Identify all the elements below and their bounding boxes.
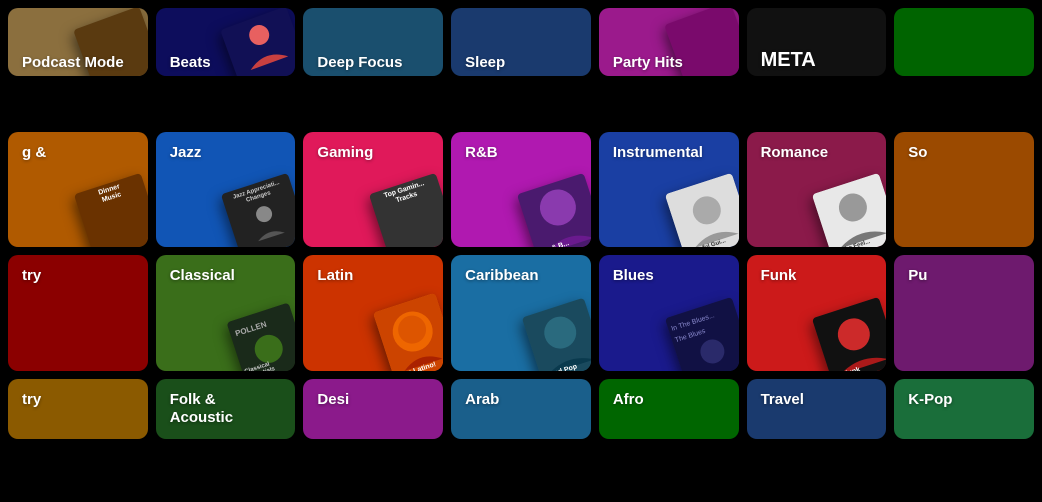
card-travel[interactable]: Travel xyxy=(747,379,887,439)
card-label: Desi xyxy=(317,391,349,409)
card-jazz[interactable]: Jazz Jazz Appreciati...Changes xyxy=(156,132,296,248)
card-label: Gaming xyxy=(317,144,373,162)
card-desi[interactable]: Desi xyxy=(303,379,443,439)
card-caribbean[interactable]: Caribbean Island Pop xyxy=(451,255,591,371)
card-label: Jazz xyxy=(170,144,202,162)
card-focus[interactable]: Deep Focus xyxy=(303,8,443,76)
card-label: Classical xyxy=(170,267,235,285)
card-latin[interactable]: Latin ¡Viva Latino! xyxy=(303,255,443,371)
card-label: try xyxy=(22,267,41,285)
card-label: Podcast Mode xyxy=(22,54,124,72)
card-label: g & xyxy=(22,144,46,162)
card-label: Blues xyxy=(613,267,654,285)
card-label: Latin xyxy=(317,267,353,285)
card-classical[interactable]: Classical POLLEN ClassicalEssentials xyxy=(156,255,296,371)
genre-grid: Podcast Mode Beats Deep Focus Sleep Part… xyxy=(0,0,1042,502)
card-country[interactable]: try xyxy=(8,255,148,371)
card-label: K-Pop xyxy=(908,391,952,409)
card-label: So xyxy=(908,144,927,162)
card-sleep[interactable]: Sleep xyxy=(451,8,591,76)
card-label: Afro xyxy=(613,391,644,409)
card-folk[interactable]: Folk &Acoustic xyxy=(156,379,296,439)
card-label: Sleep xyxy=(465,54,505,72)
card-label: try xyxy=(22,391,41,409)
card-try2[interactable]: try xyxy=(8,379,148,439)
card-rnb[interactable]: R&B are & B... xyxy=(451,132,591,248)
card-meta[interactable]: META xyxy=(747,8,887,76)
card-gaming[interactable]: Gaming Top Gamin...Tracks xyxy=(303,132,443,248)
card-dinner[interactable]: g & DinnerMusic xyxy=(8,132,148,248)
card-label: Arab xyxy=(465,391,499,409)
card-pu[interactable]: Pu xyxy=(894,255,1034,371)
card-funk[interactable]: Funk Nu Funk xyxy=(747,255,887,371)
card-label: Pu xyxy=(908,267,927,285)
card-blues[interactable]: Blues In The Blues...The Blues xyxy=(599,255,739,371)
card-label: Caribbean xyxy=(465,267,538,285)
card-label: Deep Focus xyxy=(317,54,402,72)
card-label: Funk xyxy=(761,267,797,285)
card-podcast[interactable]: Podcast Mode xyxy=(8,8,148,76)
card-instrumental[interactable]: Instrumental Peaceful Gui... xyxy=(599,132,739,248)
card-kpop[interactable]: K-Pop xyxy=(894,379,1034,439)
card-label: META xyxy=(761,48,816,72)
card-romance[interactable]: Romance All The Feel... xyxy=(747,132,887,248)
card-label: Beats xyxy=(170,54,211,72)
card-right1[interactable] xyxy=(894,8,1034,76)
card-label: Instrumental xyxy=(613,144,703,162)
card-label: R&B xyxy=(465,144,498,162)
card-afro[interactable]: Afro xyxy=(599,379,739,439)
card-label-folk: Folk &Acoustic xyxy=(170,391,233,427)
card-beats[interactable]: Beats xyxy=(156,8,296,76)
card-party[interactable]: Party Hits xyxy=(599,8,739,76)
card-arab[interactable]: Arab xyxy=(451,379,591,439)
card-label: Travel xyxy=(761,391,804,409)
card-so[interactable]: So xyxy=(894,132,1034,248)
card-label: Romance xyxy=(761,144,829,162)
card-label: Party Hits xyxy=(613,54,683,72)
